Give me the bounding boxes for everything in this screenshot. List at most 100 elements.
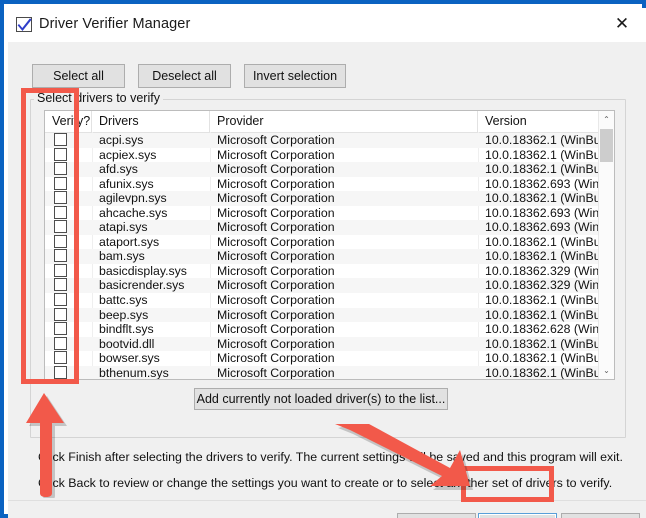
verify-checkbox-cell[interactable] [45,351,92,366]
provider-cell: Microsoft Corporation [217,278,335,293]
select-drivers-group-label: Select drivers to verify [34,91,163,105]
table-row[interactable]: acpi.sys Microsoft Corporation 10.0.18362.… [45,133,614,148]
table-row[interactable]: bthenum.sys Microsoft Corporation 10.0.183… [45,365,614,380]
version-cell: 10.0.18362.329 (WinB... [485,278,605,293]
close-icon[interactable]: ✕ [600,8,644,40]
version-cell: 10.0.18362.1 (WinBuil... [485,293,605,308]
provider-cell: Microsoft Corporation [217,249,335,264]
info-text-back: Click Back to review or change the setti… [38,476,613,490]
column-header-drivers[interactable]: Drivers [92,111,210,132]
driver-verifier-checkbox-icon [16,17,33,33]
table-row[interactable]: basicdisplay.sys Microsoft Corporation 10.… [45,263,614,279]
provider-cell: Microsoft Corporation [217,293,335,308]
table-row[interactable]: ahcache.sys Microsoft Corporation 10.0.183… [45,205,614,221]
add-not-loaded-drivers-button[interactable]: Add currently not loaded driver(s) to th… [194,388,448,410]
verify-checkbox[interactable] [54,351,67,365]
table-row[interactable]: battc.sys Microsoft Corporation 10.0.18362… [45,293,614,308]
verify-checkbox[interactable] [54,249,67,263]
verify-checkbox[interactable] [54,162,67,176]
driver-name-cell: bthenum.sys [99,365,169,380]
verify-checkbox[interactable] [54,278,67,292]
verify-checkbox-cell[interactable] [45,336,92,352]
verify-checkbox[interactable] [54,191,67,205]
version-cell: 10.0.18362.693 (WinB... [485,205,605,220]
listview-body[interactable]: acpi.sys Microsoft Corporation 10.0.18362.… [45,133,614,380]
table-row[interactable]: bowser.sys Microsoft Corporation 10.0.1836… [45,351,614,366]
driver-name-cell: atapi.sys [99,220,148,235]
verify-checkbox-cell[interactable] [45,234,92,250]
verify-checkbox[interactable] [54,293,67,307]
provider-cell: Microsoft Corporation [217,263,335,278]
verify-checkbox[interactable] [54,205,67,219]
provider-cell: Microsoft Corporation [217,365,335,380]
verify-checkbox[interactable] [54,322,67,336]
table-row[interactable]: afd.sys Microsoft Corporation 10.0.18362.1… [45,162,614,177]
table-row[interactable]: atapi.sys Microsoft Corporation 10.0.18362… [45,220,614,235]
driver-name-cell: agilevpn.sys [99,191,167,206]
select-all-button[interactable]: Select all [32,64,125,88]
deselect-all-button[interactable]: Deselect all [138,64,231,88]
verify-checkbox-cell[interactable] [45,133,92,148]
verify-checkbox[interactable] [54,176,67,190]
verify-checkbox-cell[interactable] [45,162,92,177]
column-header-verify[interactable]: Verify? [45,111,92,132]
verify-checkbox-cell[interactable] [45,293,92,308]
verify-checkbox-cell[interactable] [45,205,92,221]
provider-cell: Microsoft Corporation [217,176,335,191]
scroll-down-icon[interactable]: ⌄ [599,362,614,379]
verify-checkbox[interactable] [54,365,67,379]
table-row[interactable]: acpiex.sys Microsoft Corporation 10.0.1836… [45,147,614,163]
driver-name-cell: bam.sys [99,249,145,264]
provider-cell: Microsoft Corporation [217,322,335,337]
provider-cell: Microsoft Corporation [217,234,335,249]
provider-cell: Microsoft Corporation [217,147,335,162]
verify-checkbox[interactable] [54,336,67,350]
verify-checkbox[interactable] [54,147,67,161]
listview-header: Verify? Drivers Provider Version [45,111,614,133]
version-cell: 10.0.18362.1 (WinBuil... [485,249,605,264]
drivers-listview[interactable]: Verify? Drivers Provider Version acpi.sy… [44,110,615,380]
table-row[interactable]: basicrender.sys Microsoft Corporation 10.0… [45,278,614,294]
title-bar: Driver Verifier Manager ✕ [8,8,646,42]
verify-checkbox[interactable] [54,133,67,146]
table-row[interactable]: agilevpn.sys Microsoft Corporation 10.0.18… [45,191,614,206]
table-row[interactable]: afunix.sys Microsoft Corporation 10.0.1836… [45,176,614,192]
verify-checkbox-cell[interactable] [45,220,92,235]
verify-checkbox[interactable] [54,263,67,277]
version-cell: 10.0.18362.1 (WinBuil... [485,336,605,351]
version-cell: 10.0.18362.1 (WinBuil... [485,133,605,147]
driver-name-cell: afunix.sys [99,176,154,191]
verify-checkbox-cell[interactable] [45,249,92,264]
listview-scrollbar[interactable]: ⌃ ⌄ [598,111,614,379]
verify-checkbox-cell[interactable] [45,176,92,192]
table-row[interactable]: bindflt.sys Microsoft Corporation 10.0.183… [45,322,614,337]
screenshot-root: Driver Verifier Manager ✕ Select all Des… [0,0,646,518]
verify-checkbox[interactable] [54,234,67,248]
back-button[interactable]: < Back [397,513,476,518]
verify-checkbox-cell[interactable] [45,191,92,206]
verify-checkbox-cell[interactable] [45,147,92,163]
driver-name-cell: beep.sys [99,307,149,322]
verify-checkbox-cell[interactable] [45,278,92,293]
table-row[interactable]: beep.sys Microsoft Corporation 10.0.18362.… [45,307,614,323]
verify-checkbox-cell[interactable] [45,307,92,323]
verify-checkbox[interactable] [54,307,67,321]
finish-button[interactable]: Finish [478,513,557,518]
scrollbar-thumb[interactable] [600,129,613,162]
window-title: Driver Verifier Manager [39,16,191,32]
verify-checkbox-cell[interactable] [45,263,92,279]
version-cell: 10.0.18362.693 (WinB... [485,220,605,235]
column-header-provider[interactable]: Provider [210,111,478,132]
verify-checkbox[interactable] [54,220,67,234]
table-row[interactable]: bootvid.dll Microsoft Corporation 10.0.183… [45,336,614,352]
table-row[interactable]: bam.sys Microsoft Corporation 10.0.18362.1… [45,249,614,264]
cancel-button[interactable]: Cancel [561,513,640,518]
scroll-up-icon[interactable]: ⌃ [599,111,614,128]
column-header-version[interactable]: Version [478,111,600,132]
provider-cell: Microsoft Corporation [217,205,335,220]
verify-checkbox-cell[interactable] [45,322,92,337]
invert-selection-button[interactable]: Invert selection [244,64,346,88]
table-row[interactable]: ataport.sys Microsoft Corporation 10.0.183… [45,234,614,250]
driver-name-cell: acpiex.sys [99,147,157,162]
verify-checkbox-cell[interactable] [45,365,92,379]
